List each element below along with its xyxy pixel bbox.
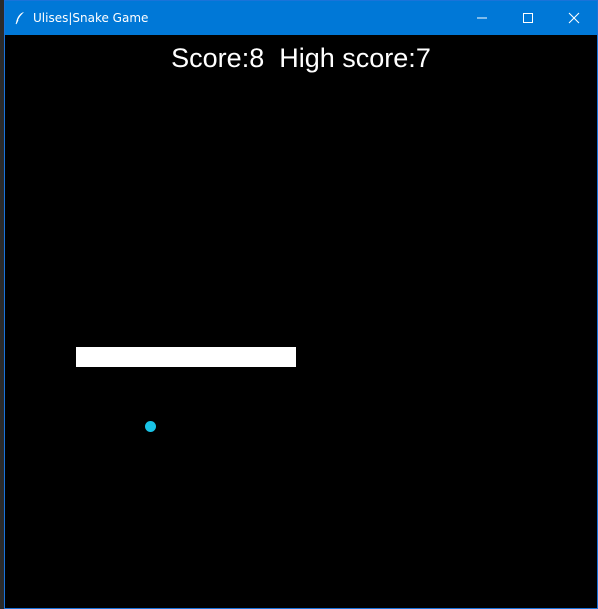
game-canvas[interactable]: Score:8 High score:7 xyxy=(5,35,597,608)
food xyxy=(145,421,156,432)
snake-segment xyxy=(196,347,216,367)
score-value: 8 xyxy=(249,43,265,73)
snake-segment xyxy=(136,347,156,367)
close-button[interactable] xyxy=(551,1,597,35)
snake-segment xyxy=(216,347,236,367)
score-gap xyxy=(264,43,279,73)
minimize-button[interactable] xyxy=(459,1,505,35)
feather-icon xyxy=(13,10,27,26)
snake-segment xyxy=(116,347,136,367)
scoreboard: Score:8 High score:7 xyxy=(5,43,597,74)
snake-segment xyxy=(176,347,196,367)
snake-segment xyxy=(236,347,256,367)
game-window: Ulises|Snake Game Score:8 High score:7 xyxy=(4,0,598,609)
score-label: Score: xyxy=(171,43,250,73)
maximize-button[interactable] xyxy=(505,1,551,35)
close-icon xyxy=(568,12,580,24)
snake-segment xyxy=(276,347,296,367)
high-score-value: 7 xyxy=(415,43,431,73)
snake-segment xyxy=(96,347,116,367)
window-controls xyxy=(459,1,597,35)
snake-segment xyxy=(256,347,276,367)
high-score-label: High score: xyxy=(279,43,416,73)
snake-segment xyxy=(76,347,96,367)
minimize-icon xyxy=(477,17,487,19)
maximize-icon xyxy=(523,13,533,23)
title-bar[interactable]: Ulises|Snake Game xyxy=(5,1,597,35)
snake-segment xyxy=(156,347,176,367)
window-title: Ulises|Snake Game xyxy=(33,11,149,25)
